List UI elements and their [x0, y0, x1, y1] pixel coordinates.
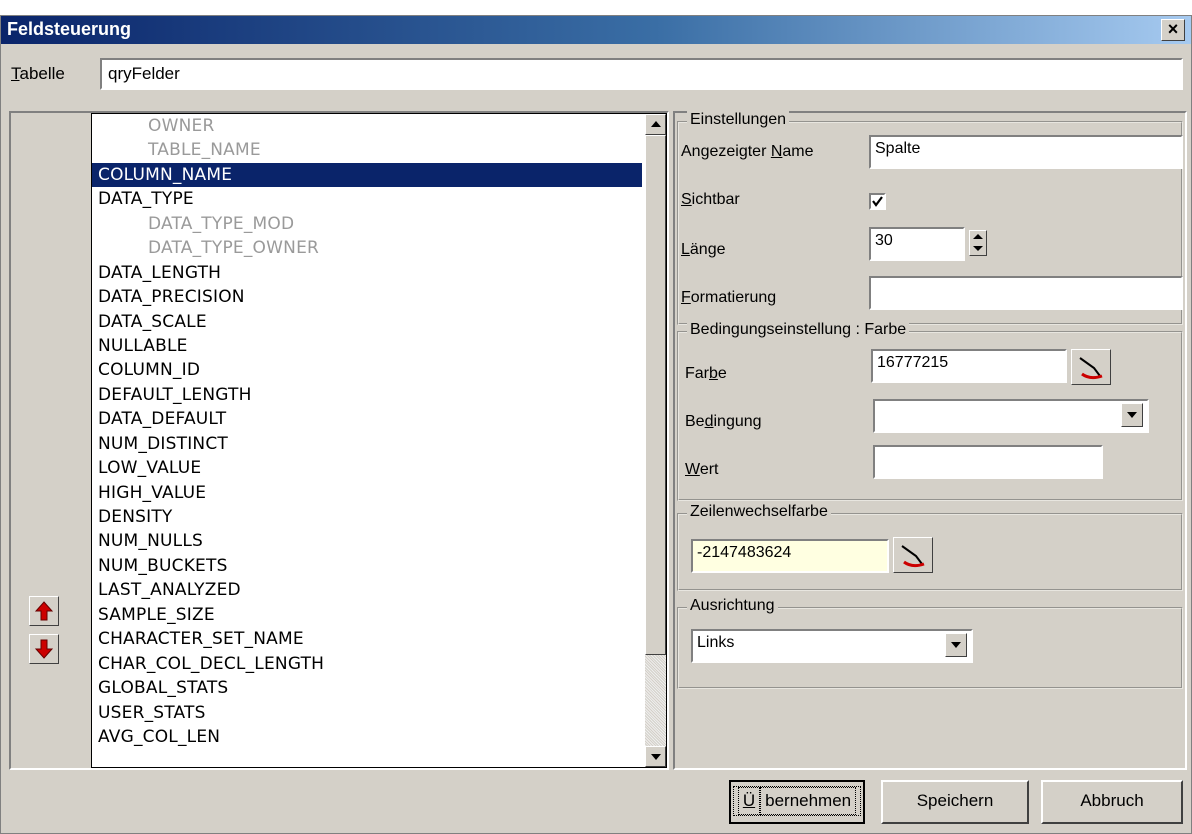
field-list-scrollbar[interactable] [645, 114, 666, 767]
apply-button[interactable]: Übernehmen [729, 780, 865, 824]
list-item[interactable]: COLUMN_NAME [92, 162, 642, 188]
close-icon: × [1167, 19, 1179, 39]
save-button[interactable]: Speichern [881, 780, 1029, 824]
window-title: Feldsteuerung [7, 19, 132, 39]
length-spinner[interactable] [969, 230, 987, 256]
ausrichtung-legend: Ausrichtung [687, 597, 778, 615]
list-item[interactable]: DATA_DEFAULT [92, 407, 642, 431]
list-item[interactable]: GLOBAL_STATS [92, 676, 642, 700]
scroll-down-button[interactable] [645, 746, 666, 767]
visible-label: Sichtbar [681, 191, 740, 208]
condition-select[interactable] [873, 399, 1149, 433]
arrow-down-icon [35, 639, 53, 659]
list-item[interactable]: NUM_NULLS [92, 529, 642, 553]
value-label: Wert [685, 461, 719, 478]
color-picker-button[interactable] [1071, 349, 1111, 385]
field-control-dialog: Feldsteuerung × Tabelle qryFelder OWNER T… [0, 15, 1192, 834]
list-item[interactable]: AVG_COL_LEN [92, 725, 642, 749]
visible-checkbox[interactable] [869, 193, 886, 210]
color-picker-icon [1079, 357, 1103, 380]
arrow-up-icon [35, 601, 53, 621]
list-item[interactable]: DATA_LENGTH [92, 261, 642, 285]
chevron-down-icon [651, 754, 661, 760]
field-list-panel: OWNER TABLE_NAME COLUMN_NAME DATA_TYPE DATA_… [9, 111, 669, 770]
display-name-label: Angezeigter Name [681, 143, 814, 160]
move-up-button[interactable] [29, 596, 59, 626]
length-label: Länge [681, 241, 726, 258]
chevron-down-icon [1127, 412, 1137, 418]
format-input[interactable] [869, 276, 1183, 310]
display-name-input[interactable]: Spalte [869, 135, 1183, 169]
list-item[interactable]: USER_STATS [92, 701, 642, 725]
color-picker-icon [901, 545, 925, 568]
spin-down-icon [973, 246, 983, 251]
table-label: Tabelle [11, 64, 65, 83]
list-item[interactable]: DATA_SCALE [92, 310, 642, 334]
row-color-picker-button[interactable] [893, 537, 933, 573]
list-item[interactable]: CHAR_COL_DECL_LENGTH [92, 652, 642, 676]
list-item[interactable]: DATA_PRECISION [92, 285, 642, 309]
list-item[interactable]: COLUMN_ID [92, 358, 642, 382]
scroll-thumb[interactable] [645, 135, 666, 655]
move-down-button[interactable] [29, 634, 59, 664]
condition-label: Bedingung [685, 413, 762, 430]
field-list-items: OWNER TABLE_NAME COLUMN_NAME DATA_TYPE DATA_… [92, 114, 642, 749]
scroll-up-button[interactable] [645, 114, 666, 135]
list-item[interactable]: LAST_ANALYZED [92, 578, 642, 602]
list-item[interactable]: CHARACTER_SET_NAME [92, 627, 642, 651]
list-item[interactable]: NULLABLE [92, 334, 642, 358]
field-list[interactable]: OWNER TABLE_NAME COLUMN_NAME DATA_TYPE DATA_… [91, 113, 667, 768]
row-color-input[interactable]: -2147483624 [691, 539, 889, 573]
chevron-down-icon [951, 642, 961, 648]
reorder-column [11, 113, 89, 768]
chevron-up-icon [651, 121, 661, 127]
alignment-select[interactable]: Links [691, 629, 973, 663]
list-item[interactable]: OWNER [92, 114, 642, 138]
color-label: Farbe [685, 365, 727, 382]
list-item[interactable]: DATA_TYPE_MOD [92, 212, 642, 236]
list-item[interactable]: LOW_VALUE [92, 456, 642, 480]
einstellungen-legend: Einstellungen [687, 111, 790, 129]
close-button[interactable]: × [1161, 19, 1185, 41]
length-input[interactable]: 30 [869, 227, 965, 261]
cancel-button[interactable]: Abbruch [1041, 780, 1183, 824]
list-item[interactable]: DATA_TYPE_OWNER [92, 236, 642, 260]
list-item[interactable]: DATA_TYPE [92, 187, 642, 211]
format-label: Formatierung [681, 289, 777, 306]
spin-up-icon [973, 234, 983, 239]
condition-dropdown-button[interactable] [1121, 403, 1143, 427]
settings-panel: Einstellungen Angezeigter Name Spalte Si… [673, 111, 1187, 770]
list-item[interactable]: SAMPLE_SIZE [92, 603, 642, 627]
list-item[interactable]: HIGH_VALUE [92, 481, 642, 505]
checkmark-icon [872, 196, 883, 207]
alignment-dropdown-button[interactable] [945, 633, 967, 657]
zeilenwechsel-legend: Zeilenwechselfarbe [687, 503, 831, 521]
title-bar: Feldsteuerung × [1, 16, 1191, 44]
color-input[interactable]: 16777215 [871, 349, 1067, 383]
bedingung-legend: Bedingungseinstellung : Farbe [687, 321, 910, 339]
list-item[interactable]: DENSITY [92, 505, 642, 529]
table-input[interactable]: qryFelder [100, 58, 1183, 90]
value-input[interactable] [873, 445, 1103, 479]
list-item[interactable]: DEFAULT_LENGTH [92, 383, 642, 407]
list-item[interactable]: TABLE_NAME [92, 138, 642, 162]
list-item[interactable]: NUM_BUCKETS [92, 554, 642, 578]
list-item[interactable]: NUM_DISTINCT [92, 432, 642, 456]
